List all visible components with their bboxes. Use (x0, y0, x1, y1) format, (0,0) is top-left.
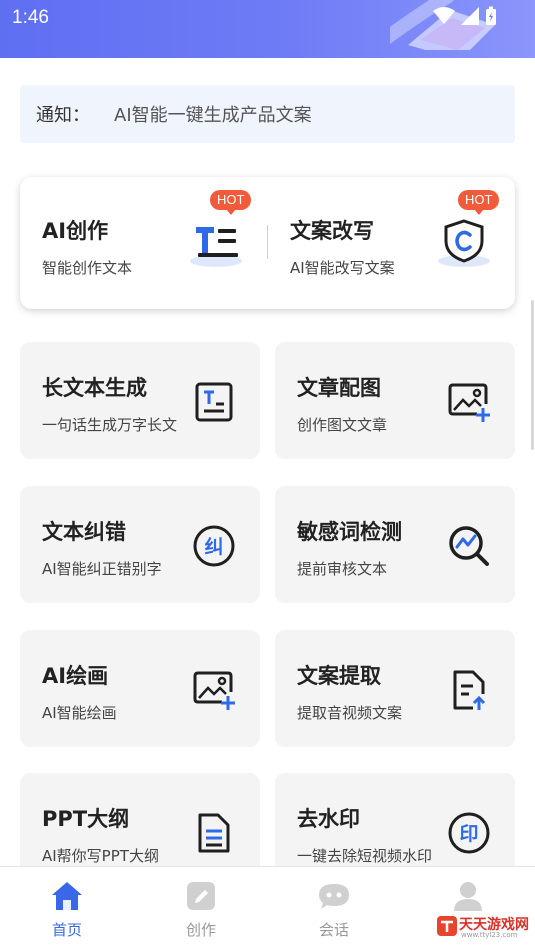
chat-icon (319, 884, 349, 909)
feature-subtitle: AI智能改写文案 (290, 259, 395, 277)
tool-subtitle: 一键去除短视频水印 (297, 847, 433, 865)
tool-title: 文本纠错 (42, 520, 126, 544)
user-icon (454, 882, 482, 911)
shield-c-icon (438, 219, 490, 267)
tool-subtitle: 提取音视频文案 (297, 704, 403, 722)
tool-sensitive-check[interactable]: 敏感词检测 提前审核文本 (275, 486, 515, 603)
nav-label: 创作 (185, 921, 216, 939)
tool-title: 文章配图 (297, 376, 381, 400)
stamp-circle-icon: 印 (448, 812, 490, 854)
feature-title: 文案改写 (290, 219, 374, 243)
document-text-icon (195, 382, 233, 422)
nav-home[interactable]: 首页 (0, 867, 134, 952)
tool-ai-painting[interactable]: AI绘画 AI智能绘画 (20, 630, 260, 747)
tool-title: AI绘画 (42, 664, 109, 688)
tool-subtitle: 一句话生成万字长文 (42, 416, 178, 434)
nav-chat[interactable]: 会话 (267, 867, 401, 952)
feature-subtitle: 智能创作文本 (42, 259, 133, 277)
search-chart-icon (449, 526, 489, 566)
notice-label: 通知： (36, 105, 90, 126)
signal-icon (461, 7, 479, 25)
notice-bar[interactable]: 通知： AI智能一键生成产品文案 (20, 85, 515, 143)
tool-subtitle: AI智能绘画 (42, 704, 117, 722)
image-add-icon (448, 383, 490, 422)
tool-title: 长文本生成 (42, 376, 147, 400)
tool-title: 文案提取 (297, 664, 381, 688)
pencil-icon (187, 882, 215, 910)
tool-subtitle: AI智能纠正错别字 (42, 560, 162, 578)
battery-icon (486, 6, 496, 25)
image-add-icon (193, 671, 235, 710)
correct-glyph: 纠 (204, 536, 223, 558)
status-bar: 1:46 (0, 0, 535, 58)
feature-title: AI创作 (42, 219, 109, 243)
nav-label: 会话 (318, 921, 349, 939)
tool-text-correct[interactable]: 文本纠错 AI智能纠正错别字 纠 (20, 486, 260, 603)
watermark-url: www.ttyl23.com (461, 931, 518, 939)
nav-create[interactable]: 创作 (134, 867, 268, 952)
hot-badge: HOT (458, 190, 500, 215)
tool-long-text[interactable]: 长文本生成 一句话生成万字长文 (20, 342, 260, 459)
home-icon (52, 882, 82, 910)
tool-copy-extract[interactable]: 文案提取 提取音视频文案 (275, 630, 515, 747)
status-time: 1:46 (12, 7, 49, 28)
wifi-icon (433, 7, 455, 24)
tool-title: 去水印 (297, 807, 360, 831)
feature-rewrite[interactable]: 文案改写 AI智能改写文案 HOT (268, 177, 515, 309)
tool-subtitle: 创作图文文章 (297, 416, 388, 434)
notice-text: AI智能一键生成产品文案 (114, 105, 312, 126)
nav-label: 首页 (51, 921, 82, 939)
tool-title: PPT大纲 (42, 807, 130, 831)
scrollbar[interactable] (531, 300, 534, 450)
tool-article-image[interactable]: 文章配图 创作图文文章 (275, 342, 515, 459)
file-lines-icon (198, 813, 230, 853)
feature-ai-create[interactable]: AI创作 智能创作文本 HOT (20, 177, 267, 309)
tool-subtitle: 提前审核文本 (297, 560, 388, 578)
site-watermark: 天天游戏网 www.ttyl23.com (433, 912, 529, 942)
file-upload-icon (453, 670, 486, 710)
correct-circle-icon: 纠 (193, 525, 235, 567)
stamp-glyph: 印 (459, 823, 478, 845)
featured-card: AI创作 智能创作文本 HOT 文案改写 AI智能改写文案 HOT (20, 177, 515, 309)
tool-title: 敏感词检测 (297, 520, 402, 544)
text-create-icon (190, 227, 242, 267)
watermark-logo-icon (437, 916, 457, 936)
hot-badge: HOT (210, 190, 252, 215)
tool-subtitle: AI帮你写PPT大纲 (42, 847, 159, 865)
